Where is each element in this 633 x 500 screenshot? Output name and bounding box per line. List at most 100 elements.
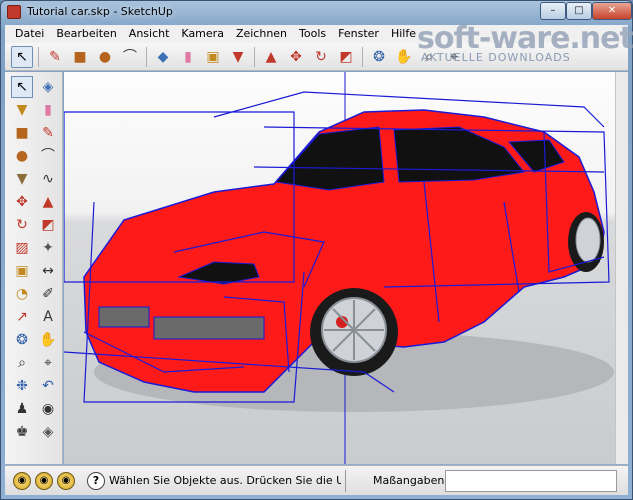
menu-bearbeiten[interactable]: Bearbeiten <box>50 25 122 43</box>
select-arrow-icon: ↖ <box>16 48 28 65</box>
tape-measure-tool-button[interactable]: ▣ <box>202 46 224 68</box>
circle-icon: ● <box>15 148 29 164</box>
section-plane-icon: ◈ <box>42 424 54 440</box>
maximize-button[interactable]: □ <box>566 2 592 20</box>
dimension-icon: ↔ <box>42 263 54 279</box>
previous-view-tool-button[interactable]: ↶ <box>37 375 59 397</box>
text-icon: ✐ <box>42 286 54 302</box>
pencil-line-tool-button[interactable]: ✎ <box>44 46 66 68</box>
zoom-tool-button[interactable]: ⌕ <box>11 352 33 374</box>
dimension-tool-button[interactable]: ↔ <box>37 260 59 282</box>
look-around-tool-button[interactable]: ◉ <box>37 398 59 420</box>
3d-text-tool-button[interactable]: A <box>37 306 59 328</box>
offset-tool-button[interactable]: ✦ <box>37 237 59 259</box>
follow-me-icon: ◩ <box>41 217 55 233</box>
minimize-button[interactable]: – <box>540 2 566 20</box>
pan-hand-tool-button[interactable]: ✋ <box>37 329 59 351</box>
rectangle-tool-button[interactable]: ■ <box>11 122 33 144</box>
pencil-line-tool-button[interactable]: ✎ <box>37 122 59 144</box>
push-pull-icon: ▲ <box>265 48 277 65</box>
paint-bucket-tool-button[interactable]: ▼ <box>11 99 33 121</box>
make-component-tool-button[interactable]: ◈ <box>37 76 59 98</box>
pan-hand-tool-button[interactable]: ✋ <box>393 46 415 68</box>
rectangle-tool-button[interactable]: ■ <box>69 46 91 68</box>
large-toolset: ↖ ◈ ▼ ▮ ■ ✎ ● ⌒ ▼ ∿ ✥ ▲ ↻ ◩ ▨ ✦ ▣ ↔ ◔ ✐ ↗ A ❂ ✋ ⌕ ⌖ ❉ ↶ ♟ ◉ ♚ ◈ <box>5 72 63 464</box>
paint-bucket-tool-button[interactable]: ▼ <box>227 46 249 68</box>
sketchup-window: Tutorial car.skp - SketchUp – □ ✕ Datei … <box>0 0 633 500</box>
push-pull-tool-button[interactable]: ▲ <box>260 46 282 68</box>
push-pull-icon: ▲ <box>42 194 54 210</box>
section-plane-tool-button[interactable]: ◈ <box>37 421 59 443</box>
select-arrow-tool-button[interactable]: ↖ <box>11 76 33 98</box>
menu-datei[interactable]: Datei <box>9 25 50 43</box>
toolbar-separator <box>254 46 255 67</box>
instructor-help-icon[interactable]: ? <box>87 472 105 490</box>
polygon-icon: ▼ <box>16 171 28 187</box>
tape-measure-tool-button[interactable]: ▣ <box>11 260 33 282</box>
menu-ansicht[interactable]: Ansicht <box>123 25 176 43</box>
credits-icon[interactable]: ◉ <box>35 472 53 490</box>
pencil-line-icon: ✎ <box>42 125 54 141</box>
protractor-tool-button[interactable]: ◔ <box>11 283 33 305</box>
move-tool-button[interactable]: ✥ <box>285 46 307 68</box>
arc-tool-button[interactable]: ⌒ <box>37 145 59 167</box>
push-pull-tool-button[interactable]: ▲ <box>37 191 59 213</box>
lower-grille <box>98 306 150 328</box>
status-bar: ◉ ◉ ◉ ? Wählen Sie Objekte aus. Drücken … <box>5 465 628 495</box>
watermark-logo: soft-ware.net AKTUELLE DOWNLOADS <box>417 21 633 69</box>
scale-tool-button[interactable]: ▨ <box>11 237 33 259</box>
geo-location-icon[interactable]: ◉ <box>13 472 31 490</box>
eraser-tool-button[interactable]: ▮ <box>37 99 59 121</box>
close-button[interactable]: ✕ <box>592 2 632 20</box>
axes-tool-button[interactable]: ↗ <box>11 306 33 328</box>
rotate-tool-button[interactable]: ↻ <box>11 214 33 236</box>
measurements-input[interactable] <box>445 470 617 492</box>
text-tool-button[interactable]: ✐ <box>37 283 59 305</box>
menu-zeichnen[interactable]: Zeichnen <box>230 25 293 43</box>
walk-tool-button[interactable]: ♚ <box>11 421 33 443</box>
freehand-icon: ∿ <box>42 171 54 187</box>
model-viewport[interactable] <box>64 72 615 464</box>
move-tool-button[interactable]: ✥ <box>11 191 33 213</box>
move-icon: ✥ <box>16 194 28 210</box>
rotate-icon: ↻ <box>16 217 28 233</box>
arc-tool-button[interactable]: ⌒ <box>119 46 141 68</box>
follow-me-tool-button[interactable]: ◩ <box>335 46 357 68</box>
eraser-tool-button[interactable]: ▮ <box>177 46 199 68</box>
menu-fenster[interactable]: Fenster <box>332 25 385 43</box>
circle-tool-button[interactable]: ● <box>94 46 116 68</box>
position-camera-tool-button[interactable]: ♟ <box>11 398 33 420</box>
select-arrow-icon: ↖ <box>16 79 28 95</box>
follow-me-tool-button[interactable]: ◩ <box>37 214 59 236</box>
status-message: Wählen Sie Objekte aus. Drücken Sie die … <box>109 474 341 487</box>
select-arrow-tool-button[interactable]: ↖ <box>11 45 33 68</box>
make-component-tool-button[interactable]: ◆ <box>152 46 174 68</box>
polygon-tool-button[interactable]: ▼ <box>11 168 33 190</box>
zoom-icon: ⌕ <box>18 355 26 371</box>
measurements-label: Maßangaben <box>373 474 445 487</box>
scale-icon: ▨ <box>15 240 29 256</box>
orbit-icon: ❂ <box>16 332 28 348</box>
orbit-tool-button[interactable]: ❂ <box>368 46 390 68</box>
menu-kamera[interactable]: Kamera <box>175 25 230 43</box>
make-component-icon: ◈ <box>42 79 54 95</box>
freehand-tool-button[interactable]: ∿ <box>37 168 59 190</box>
watermark-subtitle: AKTUELLE DOWNLOADS <box>421 51 571 64</box>
zoom-window-icon: ⌖ <box>44 355 52 371</box>
rotate-tool-button[interactable]: ↻ <box>310 46 332 68</box>
circle-tool-button[interactable]: ● <box>11 145 33 167</box>
orbit-tool-button[interactable]: ❂ <box>11 329 33 351</box>
front-grille <box>153 316 265 340</box>
zoom-extents-tool-button[interactable]: ❉ <box>11 375 33 397</box>
toolbar-separator <box>146 46 147 67</box>
car-model-drawing <box>64 72 614 464</box>
title-bar[interactable]: Tutorial car.skp - SketchUp – □ ✕ <box>1 1 632 23</box>
menu-tools[interactable]: Tools <box>293 25 332 43</box>
sketchup-app-icon <box>7 5 21 19</box>
user-status-icon[interactable]: ◉ <box>57 472 75 490</box>
tape-measure-icon: ▣ <box>15 263 29 279</box>
zoom-window-tool-button[interactable]: ⌖ <box>37 352 59 374</box>
viewport-right-edge <box>615 72 628 464</box>
walk-icon: ♚ <box>15 424 29 440</box>
eraser-icon: ▮ <box>44 102 52 118</box>
